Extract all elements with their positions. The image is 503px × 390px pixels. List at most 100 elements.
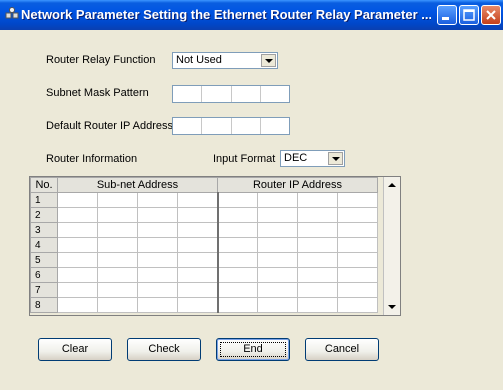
- router-ip-address-cell[interactable]: [217, 207, 258, 223]
- router-ip-address-cell[interactable]: [217, 237, 258, 253]
- subnet-address-cell[interactable]: [177, 222, 219, 238]
- chevron-down-icon[interactable]: [328, 152, 343, 165]
- router-ip-address-cell[interactable]: [217, 192, 258, 208]
- router-ip-address-cell[interactable]: [297, 207, 338, 223]
- table-row[interactable]: 8: [30, 297, 378, 313]
- router-ip-address-cell[interactable]: [297, 222, 338, 238]
- table-row[interactable]: 6: [30, 267, 378, 283]
- subnet-address-cell[interactable]: [57, 237, 98, 253]
- subnet-address-cell[interactable]: [177, 207, 219, 223]
- router-ip-address-cell[interactable]: [337, 267, 378, 283]
- default-router-ip-octet-3[interactable]: [232, 118, 261, 134]
- subnet-address-cell[interactable]: [97, 282, 138, 298]
- router-ip-address-cell[interactable]: [297, 252, 338, 268]
- subnet-address-cell[interactable]: [97, 297, 138, 313]
- router-ip-address-cell[interactable]: [217, 222, 258, 238]
- default-router-ip-octet-2[interactable]: [202, 118, 232, 134]
- router-ip-address-cell[interactable]: [217, 267, 258, 283]
- router-ip-address-cell[interactable]: [297, 282, 338, 298]
- subnet-address-cell[interactable]: [57, 252, 98, 268]
- subnet-address-cell[interactable]: [137, 252, 178, 268]
- router-ip-address-cell[interactable]: [257, 252, 298, 268]
- router-ip-address-cell[interactable]: [297, 267, 338, 283]
- subnet-address-cell[interactable]: [137, 237, 178, 253]
- subnet-address-cell[interactable]: [97, 207, 138, 223]
- table-row[interactable]: 3: [30, 222, 378, 238]
- router-ip-address-cell[interactable]: [257, 237, 298, 253]
- router-ip-address-cell[interactable]: [297, 297, 338, 313]
- subnet-address-cell[interactable]: [57, 267, 98, 283]
- title-bar[interactable]: Network Parameter Setting the Ethernet R…: [0, 0, 503, 30]
- maximize-button[interactable]: [459, 5, 479, 25]
- router-ip-address-cell[interactable]: [257, 207, 298, 223]
- table-row[interactable]: 4: [30, 237, 378, 253]
- default-router-ip-octet-4[interactable]: [261, 118, 289, 134]
- end-button[interactable]: End: [216, 338, 290, 361]
- scroll-up-icon[interactable]: [384, 177, 400, 193]
- subnet-address-cell[interactable]: [57, 192, 98, 208]
- router-ip-address-cell[interactable]: [337, 297, 378, 313]
- default-router-ip-octet-1[interactable]: [173, 118, 203, 134]
- subnet-address-cell[interactable]: [57, 207, 98, 223]
- check-button[interactable]: Check: [127, 338, 201, 361]
- table-row[interactable]: 5: [30, 252, 378, 268]
- subnet-address-cell[interactable]: [137, 207, 178, 223]
- row-number: 4: [30, 237, 58, 253]
- subnet-address-cell[interactable]: [137, 282, 178, 298]
- router-relay-function-select[interactable]: Not Used: [172, 52, 278, 69]
- router-ip-address-cell[interactable]: [217, 252, 258, 268]
- subnet-address-cell[interactable]: [97, 192, 138, 208]
- router-ip-address-cell[interactable]: [337, 237, 378, 253]
- subnet-address-cell[interactable]: [137, 192, 178, 208]
- subnet-address-cell[interactable]: [57, 297, 98, 313]
- router-ip-address-cell[interactable]: [337, 192, 378, 208]
- clear-button[interactable]: Clear: [38, 338, 112, 361]
- subnet-address-cell[interactable]: [137, 267, 178, 283]
- subnet-address-cell[interactable]: [177, 237, 219, 253]
- router-ip-address-cell[interactable]: [257, 282, 298, 298]
- router-ip-address-cell[interactable]: [337, 252, 378, 268]
- router-ip-address-cell[interactable]: [257, 192, 298, 208]
- table-row[interactable]: 1: [30, 192, 378, 208]
- subnet-address-cell[interactable]: [177, 192, 219, 208]
- router-ip-address-cell[interactable]: [297, 192, 338, 208]
- router-ip-address-cell[interactable]: [257, 222, 298, 238]
- subnet-address-cell[interactable]: [177, 282, 219, 298]
- router-ip-address-cell[interactable]: [257, 267, 298, 283]
- subnet-address-cell[interactable]: [57, 222, 98, 238]
- subnet-address-cell[interactable]: [97, 267, 138, 283]
- router-ip-address-cell[interactable]: [337, 282, 378, 298]
- subnet-mask-octet-4[interactable]: [261, 86, 289, 102]
- subnet-address-cell[interactable]: [137, 222, 178, 238]
- router-ip-address-cell[interactable]: [217, 297, 258, 313]
- close-icon: [486, 10, 496, 20]
- subnet-address-cell[interactable]: [177, 297, 219, 313]
- subnet-address-cell[interactable]: [97, 237, 138, 253]
- subnet-address-cell[interactable]: [137, 297, 178, 313]
- cancel-button[interactable]: Cancel: [305, 338, 379, 361]
- subnet-mask-octet-3[interactable]: [232, 86, 261, 102]
- router-ip-address-cell[interactable]: [257, 297, 298, 313]
- vertical-scrollbar[interactable]: [383, 177, 400, 315]
- close-button[interactable]: [481, 5, 501, 25]
- subnet-address-cell[interactable]: [57, 282, 98, 298]
- input-format-select[interactable]: DEC: [280, 150, 345, 167]
- router-ip-address-cell[interactable]: [337, 207, 378, 223]
- subnet-address-cell[interactable]: [177, 252, 219, 268]
- table-row[interactable]: 7: [30, 282, 378, 298]
- router-info-table[interactable]: No. Sub-net Address Router IP Address 12…: [29, 176, 401, 316]
- subnet-mask-octet-2[interactable]: [202, 86, 232, 102]
- default-router-ip-input[interactable]: [172, 117, 290, 135]
- minimize-button[interactable]: [437, 5, 457, 25]
- subnet-mask-pattern-input[interactable]: [172, 85, 290, 103]
- subnet-mask-octet-1[interactable]: [173, 86, 203, 102]
- router-ip-address-cell[interactable]: [217, 282, 258, 298]
- router-ip-address-cell[interactable]: [297, 237, 338, 253]
- router-ip-address-cell[interactable]: [337, 222, 378, 238]
- subnet-address-cell[interactable]: [97, 222, 138, 238]
- scroll-down-icon[interactable]: [384, 299, 400, 315]
- subnet-address-cell[interactable]: [97, 252, 138, 268]
- table-row[interactable]: 2: [30, 207, 378, 223]
- chevron-down-icon[interactable]: [261, 54, 276, 67]
- subnet-address-cell[interactable]: [177, 267, 219, 283]
